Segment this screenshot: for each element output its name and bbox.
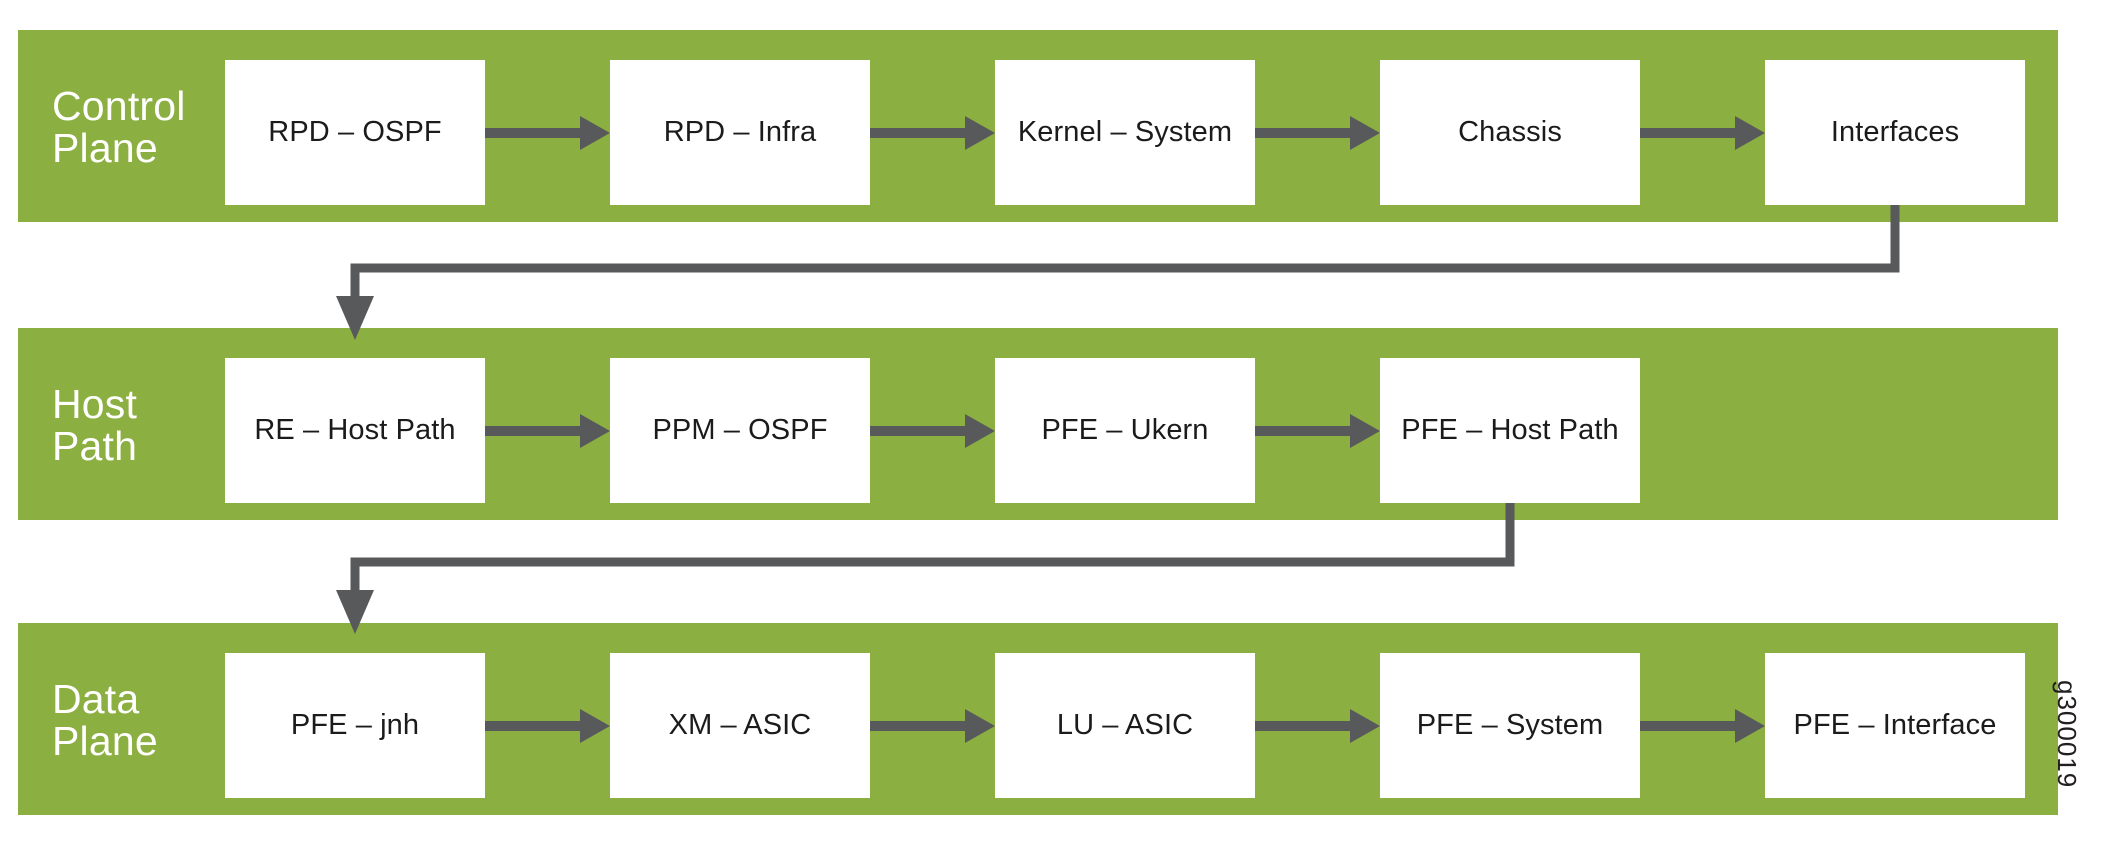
node-chassis[interactable]: Chassis — [1380, 60, 1640, 205]
node-rpd-ospf[interactable]: RPD – OSPF — [225, 60, 485, 205]
node-pfe-interface[interactable]: PFE – Interface — [1765, 653, 2025, 798]
node-lu-asic[interactable]: LU – ASIC — [995, 653, 1255, 798]
connector-interfaces-to-re-host-path — [336, 205, 1900, 340]
diagram-canvas: Control Plane RPD – OSPF RPD – Infra Ker… — [0, 0, 2101, 854]
node-pfe-system[interactable]: PFE – System — [1380, 653, 1640, 798]
band-label-data-plane: Data Plane — [52, 676, 158, 764]
connector-pfe-host-path-to-pfe-jnh — [336, 503, 1515, 634]
band-label-host-path: Host Path — [52, 381, 138, 469]
node-rpd-infra[interactable]: RPD – Infra — [610, 60, 870, 205]
node-pfe-jnh[interactable]: PFE – jnh — [225, 653, 485, 798]
node-xm-asic[interactable]: XM – ASIC — [610, 653, 870, 798]
node-ppm-ospf[interactable]: PPM – OSPF — [610, 358, 870, 503]
figure-id-label: g300019 — [2052, 680, 2082, 789]
node-interfaces[interactable]: Interfaces — [1765, 60, 2025, 205]
node-kernel-system[interactable]: Kernel – System — [995, 60, 1255, 205]
node-re-host-path[interactable]: RE – Host Path — [225, 358, 485, 503]
node-pfe-host-path[interactable]: PFE – Host Path — [1380, 358, 1640, 503]
band-label-control-plane: Control Plane — [52, 83, 186, 171]
node-pfe-ukern[interactable]: PFE – Ukern — [995, 358, 1255, 503]
